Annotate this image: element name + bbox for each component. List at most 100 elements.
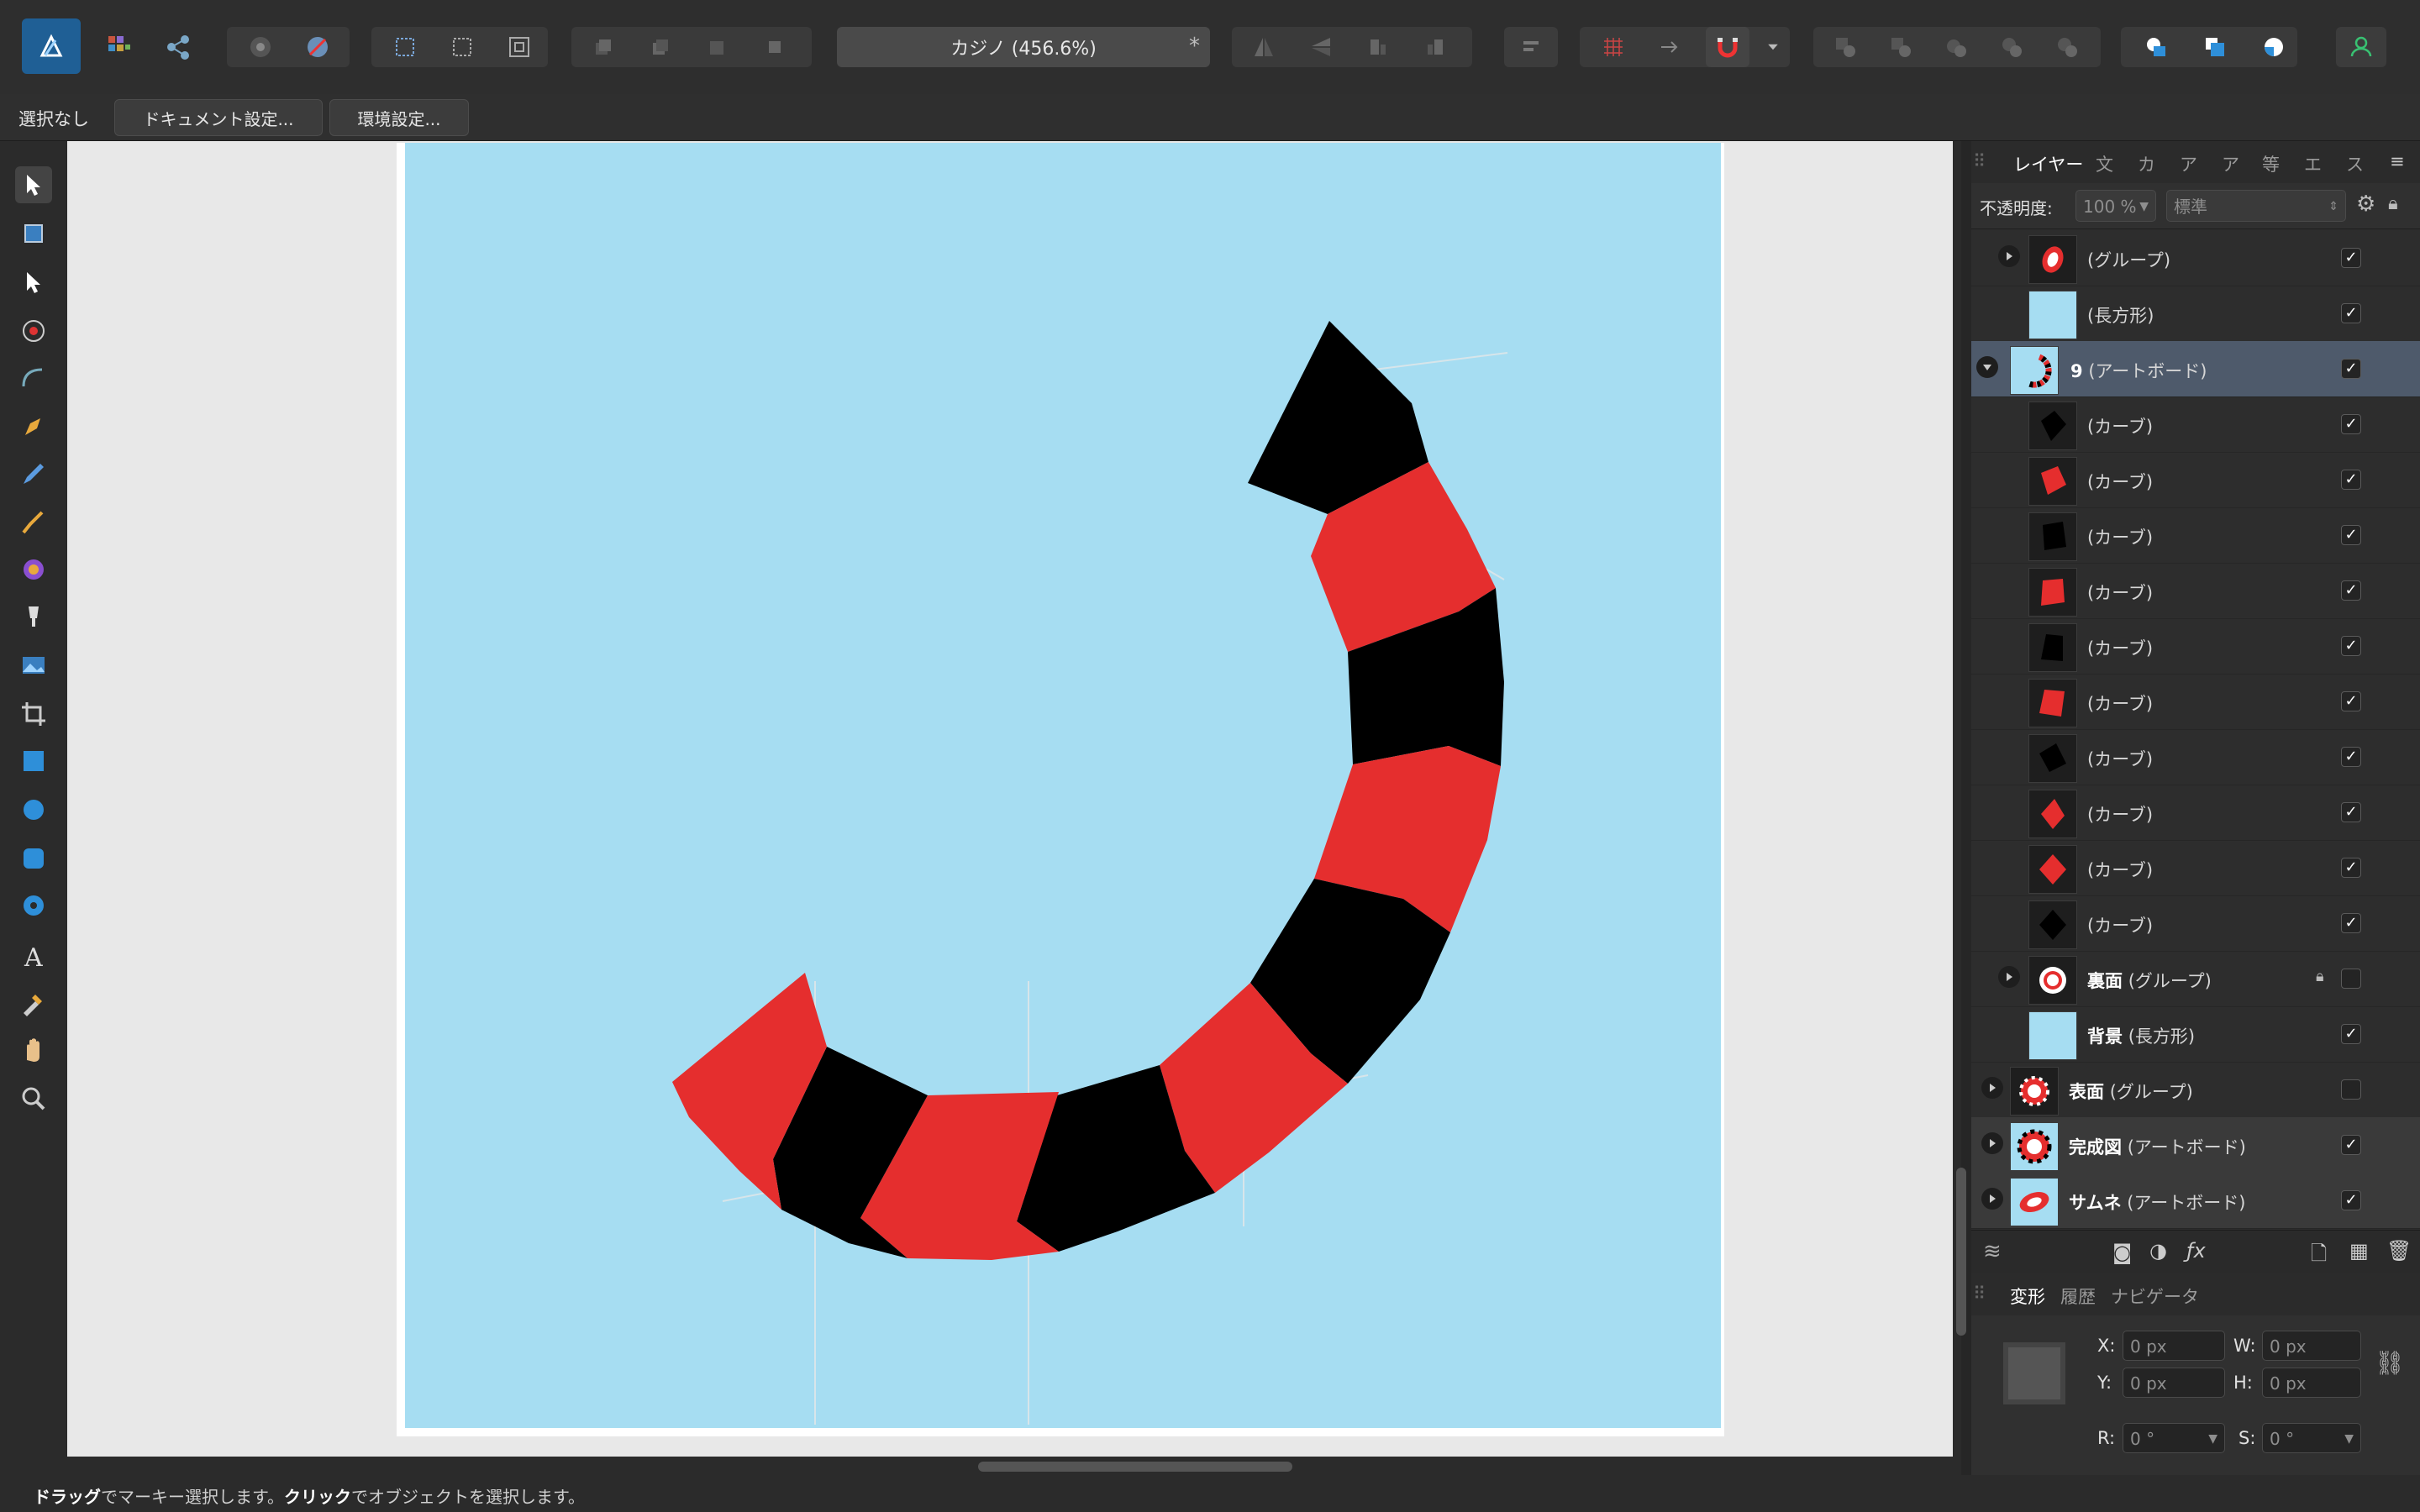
layer-lock-icon[interactable]: 🔒︎: [2316, 968, 2324, 985]
layer-visibility-checkbox[interactable]: ✓: [2341, 303, 2361, 323]
layer-visibility-checkbox[interactable]: ✓: [2341, 802, 2361, 822]
layer-visibility-checkbox[interactable]: ✓: [2341, 414, 2361, 434]
panel-menu-icon[interactable]: ≡: [2390, 151, 2405, 171]
layer-visibility-checkbox[interactable]: ✓: [2341, 747, 2361, 767]
add-pixel-layer-icon[interactable]: ▦: [2349, 1239, 2369, 1263]
expand-arrow-icon[interactable]: [1981, 1132, 2003, 1154]
insert-inside-icon[interactable]: [2252, 27, 2296, 67]
collapse-arrow-icon[interactable]: [1976, 356, 1998, 378]
horizontal-scrollbar[interactable]: [978, 1462, 1292, 1472]
layer-row[interactable]: (カーブ) ✓: [1971, 563, 2420, 619]
layer-name: (カーブ): [2087, 694, 2154, 714]
layer-name: (カーブ): [2087, 916, 2154, 936]
shear-input[interactable]: 0 ° ▼: [2262, 1423, 2361, 1453]
tab-transform[interactable]: 変形: [2010, 1284, 2045, 1309]
layer-visibility-checkbox[interactable]: ✓: [2341, 858, 2361, 878]
tab-effects[interactable]: エ: [2304, 151, 2322, 176]
layer-row[interactable]: (カーブ) ✓: [1971, 396, 2420, 453]
rotation-input[interactable]: 0 ° ▼: [2123, 1423, 2225, 1453]
layer-thumbnail: [2028, 679, 2077, 727]
layer-row[interactable]: (カーブ) ✓: [1971, 729, 2420, 785]
expand-arrow-icon[interactable]: [1981, 1188, 2003, 1210]
layer-row[interactable]: (カーブ) ✓: [1971, 674, 2420, 730]
y-input[interactable]: 0 px: [2123, 1368, 2225, 1398]
h-input[interactable]: 0 px: [2262, 1368, 2361, 1398]
add-layer-icon[interactable]: 🗋︎: [2311, 1239, 2327, 1273]
layer-name: (カーブ): [2087, 805, 2154, 825]
layer-row[interactable]: 裏面 (グループ) 🔒︎: [1971, 951, 2420, 1007]
expand-arrow-icon[interactable]: [1981, 1077, 2003, 1099]
layer-row[interactable]: (カーブ) ✓: [1971, 895, 2420, 952]
x-input[interactable]: 0 px: [2123, 1331, 2225, 1361]
opacity-row: 不透明度: 100 % ▼ 標準 ⇕ ⚙ 🔒︎: [1971, 183, 2420, 229]
gear-icon[interactable]: ⚙: [2356, 192, 2375, 217]
layer-thumbnail: [2010, 346, 2059, 395]
trash-icon[interactable]: 🗑︎: [2386, 1239, 2412, 1263]
layer-visibility-checkbox[interactable]: ✓: [2341, 525, 2361, 545]
layer-visibility-checkbox[interactable]: [2341, 1079, 2361, 1100]
adjustment-icon[interactable]: ◑: [2149, 1239, 2167, 1263]
aspect-lock-icon[interactable]: ⛓︎: [2375, 1349, 2405, 1377]
w-input[interactable]: 0 px: [2262, 1331, 2361, 1361]
layer-row[interactable]: (グループ) ✓: [1971, 230, 2420, 286]
layer-name: (カーブ): [2087, 749, 2154, 769]
blend-mode-value: 標準: [2174, 197, 2207, 217]
layer-row-selected[interactable]: 9 (アートボード) ✓: [1971, 341, 2420, 397]
tab-styles[interactable]: ス: [2346, 151, 2364, 176]
tab-layers[interactable]: レイヤー: [2013, 151, 2083, 176]
layer-visibility-checkbox[interactable]: ✓: [2341, 636, 2361, 656]
opacity-field[interactable]: 100 % ▼: [2075, 190, 2156, 222]
layer-row[interactable]: (カーブ) ✓: [1971, 618, 2420, 675]
tab-navigator[interactable]: ナビゲータ: [2111, 1284, 2199, 1309]
blend-mode-select[interactable]: 標準 ⇕: [2166, 190, 2346, 222]
fx-icon[interactable]: ƒx: [2186, 1239, 2206, 1263]
layer-name: 裏面 (グループ): [2087, 971, 2212, 991]
expand-arrow-icon[interactable]: [1998, 966, 2020, 988]
layer-row[interactable]: 表面 (グループ): [1971, 1062, 2420, 1118]
tab-appearance[interactable]: ア: [2222, 151, 2239, 176]
insert-back-icon[interactable]: [2193, 27, 2237, 67]
layer-visibility-checkbox[interactable]: ✓: [2341, 1135, 2361, 1155]
layer-visibility-checkbox[interactable]: ✓: [2341, 691, 2361, 711]
chip-arc-artwork[interactable]: [0, 0, 1953, 1457]
layer-row[interactable]: サムネ (アートボード) ✓: [1971, 1173, 2420, 1229]
layers-stack-icon[interactable]: ≋: [1983, 1239, 2002, 1264]
layer-visibility-checkbox[interactable]: ✓: [2341, 580, 2361, 601]
layer-row[interactable]: 背景 (長方形) ✓: [1971, 1006, 2420, 1063]
grip-icon[interactable]: ⠿: [1973, 151, 1986, 171]
tab-assets[interactable]: ア: [2180, 151, 2197, 176]
insert-front-icon[interactable]: [2134, 27, 2178, 67]
layer-visibility-checkbox[interactable]: ✓: [2341, 913, 2361, 933]
expand-arrow-icon[interactable]: [1998, 245, 2020, 267]
layer-row[interactable]: (カーブ) ✓: [1971, 785, 2420, 841]
layer-visibility-checkbox[interactable]: ✓: [2341, 248, 2361, 268]
tab-stroke[interactable]: 等: [2262, 151, 2280, 176]
layer-visibility-checkbox[interactable]: ✓: [2341, 359, 2361, 379]
layer-row[interactable]: (カーブ) ✓: [1971, 452, 2420, 508]
layer-visibility-checkbox[interactable]: ✓: [2341, 1190, 2361, 1210]
vertical-scrollbar[interactable]: [1956, 1168, 1966, 1336]
mask-layer-icon[interactable]: ◙: [2112, 1241, 2132, 1264]
anchor-selector-icon[interactable]: [2003, 1342, 2065, 1404]
transform-tab-bar: ⠿ 変形 履歴 ナビゲータ: [1971, 1273, 2420, 1316]
layer-visibility-checkbox[interactable]: ✓: [2341, 470, 2361, 490]
layer-name: 表面 (グループ): [2069, 1082, 2193, 1102]
grip-icon[interactable]: ⠿: [1973, 1284, 1986, 1304]
layer-thumbnail: [2028, 291, 2077, 339]
layer-visibility-checkbox[interactable]: ✓: [2341, 1024, 2361, 1044]
layer-row[interactable]: 完成図 (アートボード) ✓: [1971, 1117, 2420, 1173]
user-account-icon[interactable]: [2336, 27, 2386, 67]
layer-thumbnail: [2028, 900, 2077, 949]
divide-boolean-icon[interactable]: [2045, 27, 2089, 67]
layer-thumbnail: [2028, 402, 2077, 450]
tab-text-styles[interactable]: 文: [2096, 151, 2113, 176]
layer-row[interactable]: (長方形) ✓: [1971, 286, 2420, 342]
xor-boolean-icon[interactable]: [1990, 27, 2033, 67]
layer-row[interactable]: (カーブ) ✓: [1971, 840, 2420, 896]
lock-icon[interactable]: 🔒︎: [2388, 193, 2398, 214]
tab-color[interactable]: カ: [2138, 151, 2155, 176]
layer-visibility-checkbox[interactable]: [2341, 969, 2361, 989]
layer-name: (カーブ): [2087, 417, 2154, 437]
layer-row[interactable]: (カーブ) ✓: [1971, 507, 2420, 564]
tab-history[interactable]: 履歴: [2060, 1284, 2096, 1309]
